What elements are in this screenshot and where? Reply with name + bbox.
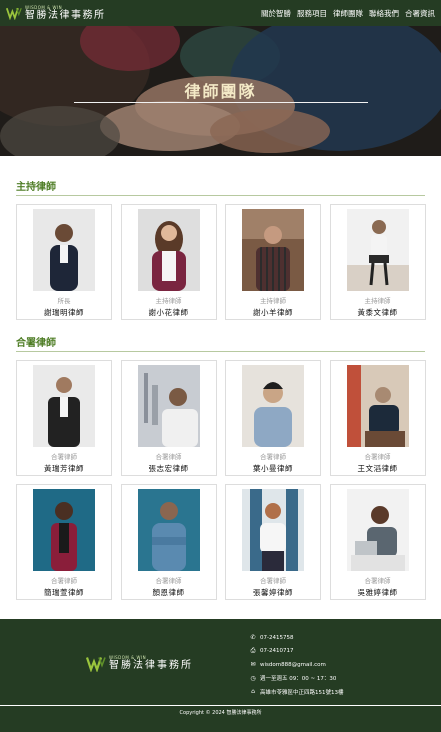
logo-w-icon: [86, 657, 106, 672]
lawyer-card[interactable]: 所長 謝瑞明律師: [16, 204, 112, 320]
footer-logo[interactable]: WISDOM & WIN 智勝法律事務所: [86, 655, 193, 672]
lawyer-name: 謝小羊律師: [253, 308, 293, 317]
lawyer-name: 顏恩律師: [152, 588, 185, 597]
lawyer-role: 合署律師: [51, 453, 77, 461]
section-divider: [16, 195, 425, 196]
lawyer-card[interactable]: 合署律師 顏恩律師: [120, 484, 217, 600]
lead-lawyers-grid: 所長 謝瑞明律師 主持律師 謝小花律師 主持律師 謝小羊律師 主持律師 黃黍文律…: [16, 204, 426, 320]
menu-item-services[interactable]: 服務項目: [297, 8, 327, 19]
page-title: 律師團隊: [184, 82, 257, 101]
contact-phone: ✆ 07-2415758: [249, 631, 344, 645]
lawyer-role: 主持律師: [364, 297, 391, 305]
top-navbar: WISDOM & WIN 智勝法律事務所 關於智勝 服務項目 律師團隊 聯絡我們…: [0, 0, 441, 26]
partner-lawyers-heading: 合署律師: [16, 338, 56, 349]
lawyer-role: 合署律師: [260, 453, 286, 461]
lawyer-card[interactable]: 合署律師 葉小曼律師: [225, 360, 321, 476]
lawyer-name: 簡瑞萱律師: [44, 588, 84, 597]
phone-icon: ✆: [250, 634, 256, 642]
copyright-text: Copyright © 2024 智勝法律事務所: [0, 705, 441, 716]
lawyer-name: 張馨婷律師: [253, 588, 293, 597]
office-address: 高雄市苓雅區中正四路151號13樓: [260, 689, 344, 696]
contact-fax: ⎙ 07-2410717: [249, 645, 344, 659]
fax-number: 07-2410717: [260, 648, 294, 655]
lawyer-role: 主持律師: [155, 297, 182, 305]
lawyer-card[interactable]: 主持律師 黃黍文律師: [329, 204, 426, 320]
contact-email: ✉ wisdom888@gmail.com: [249, 658, 344, 672]
email-address[interactable]: wisdom888@gmail.com: [260, 662, 326, 668]
lawyer-photo: [346, 489, 409, 571]
lawyer-name: 謝小花律師: [148, 308, 189, 317]
email-icon: ✉: [250, 661, 256, 669]
lawyer-role: 合署律師: [364, 453, 391, 461]
lawyer-name: 葉小曼律師: [253, 464, 293, 473]
lawyer-role: 所長: [57, 297, 71, 305]
lawyer-photo: [137, 365, 200, 447]
lawyer-photo: [242, 489, 304, 571]
lawyer-name: 吳雅婷律師: [357, 588, 398, 597]
lawyer-card[interactable]: 合署律師 張馨婷律師: [225, 484, 321, 600]
site-logo[interactable]: WISDOM & WIN 智勝法律事務所: [6, 4, 106, 21]
logo-w-icon: [6, 7, 22, 20]
menu-item-team[interactable]: 律師團隊: [333, 8, 363, 19]
lawyer-name: 謝瑞明律師: [44, 308, 84, 317]
lawyer-card[interactable]: 合署律師 王文滔律師: [329, 360, 426, 476]
lawyer-card[interactable]: 合署律師 簡瑞萱律師: [16, 484, 112, 600]
partner-lawyers-grid: 合署律師 黃瑞芳律師 合署律師 張志宏律師 合署律師 葉小曼律師 合署律師 王文…: [16, 360, 426, 600]
lawyer-role: 合署律師: [364, 577, 391, 585]
logo-chinese-text: 智勝法律事務所: [109, 660, 193, 671]
fax-icon: ⎙: [250, 647, 256, 655]
lawyer-name: 黃黍文律師: [357, 308, 398, 317]
menu-item-contact[interactable]: 聯絡我們: [369, 8, 399, 19]
lead-lawyers-heading: 主持律師: [16, 182, 56, 193]
site-footer: WISDOM & WIN 智勝法律事務所 ✆ 07-2415758 ⎙ 07-2…: [0, 619, 441, 732]
lawyer-card[interactable]: 合署律師 黃瑞芳律師: [16, 360, 112, 476]
lawyer-role: 合署律師: [51, 577, 77, 585]
contact-hours: ◷ 週一至週五 09：00 ~ 17：30: [249, 672, 344, 686]
lawyer-role: 合署律師: [155, 577, 182, 585]
home-icon: ⌂: [251, 688, 255, 696]
office-hours: 週一至週五 09：00 ~ 17：30: [260, 676, 337, 683]
logo-chinese-text: 智勝法律事務所: [25, 9, 106, 21]
lawyer-card[interactable]: 合署律師 張志宏律師: [120, 360, 217, 476]
lawyer-photo: [33, 489, 95, 571]
lawyer-photo: [242, 209, 304, 291]
lawyer-role: 合署律師: [155, 453, 182, 461]
lawyer-card[interactable]: 主持律師 謝小羊律師: [225, 204, 321, 320]
contact-info: ✆ 07-2415758 ⎙ 07-2410717 ✉ wisdom888@gm…: [249, 631, 344, 699]
phone-number[interactable]: 07-2415758: [260, 635, 293, 641]
lawyer-photo: [137, 209, 200, 291]
menu-item-about[interactable]: 關於智勝: [261, 8, 291, 19]
lawyer-name: 王文滔律師: [357, 464, 398, 473]
clock-icon: ◷: [250, 674, 256, 682]
section-divider: [16, 351, 425, 352]
lawyer-photo: [137, 489, 200, 571]
lawyer-photo: [242, 365, 304, 447]
lawyer-role: 合署律師: [260, 577, 286, 585]
lawyer-card[interactable]: 主持律師 謝小花律師: [120, 204, 217, 320]
lawyer-role: 主持律師: [260, 297, 286, 305]
contact-address: ⌂ 高雄市苓雅區中正四路151號13樓: [249, 685, 344, 699]
lawyer-photo: [33, 365, 95, 447]
lawyer-photo: [33, 209, 95, 291]
hero-banner: 律師團隊: [0, 26, 441, 156]
logo-english-text: WISDOM & WIN: [25, 4, 63, 10]
lawyer-name: 張志宏律師: [148, 464, 189, 473]
lawyer-name: 黃瑞芳律師: [44, 464, 84, 473]
lawyer-card[interactable]: 合署律師 吳雅婷律師: [329, 484, 426, 600]
lawyer-photo: [346, 365, 409, 447]
lawyer-photo: [346, 209, 409, 291]
title-underline: [74, 102, 368, 103]
menu-item-partners[interactable]: 合署資訊: [405, 8, 435, 19]
main-menu: 關於智勝 服務項目 律師團隊 聯絡我們 合署資訊: [261, 8, 435, 19]
